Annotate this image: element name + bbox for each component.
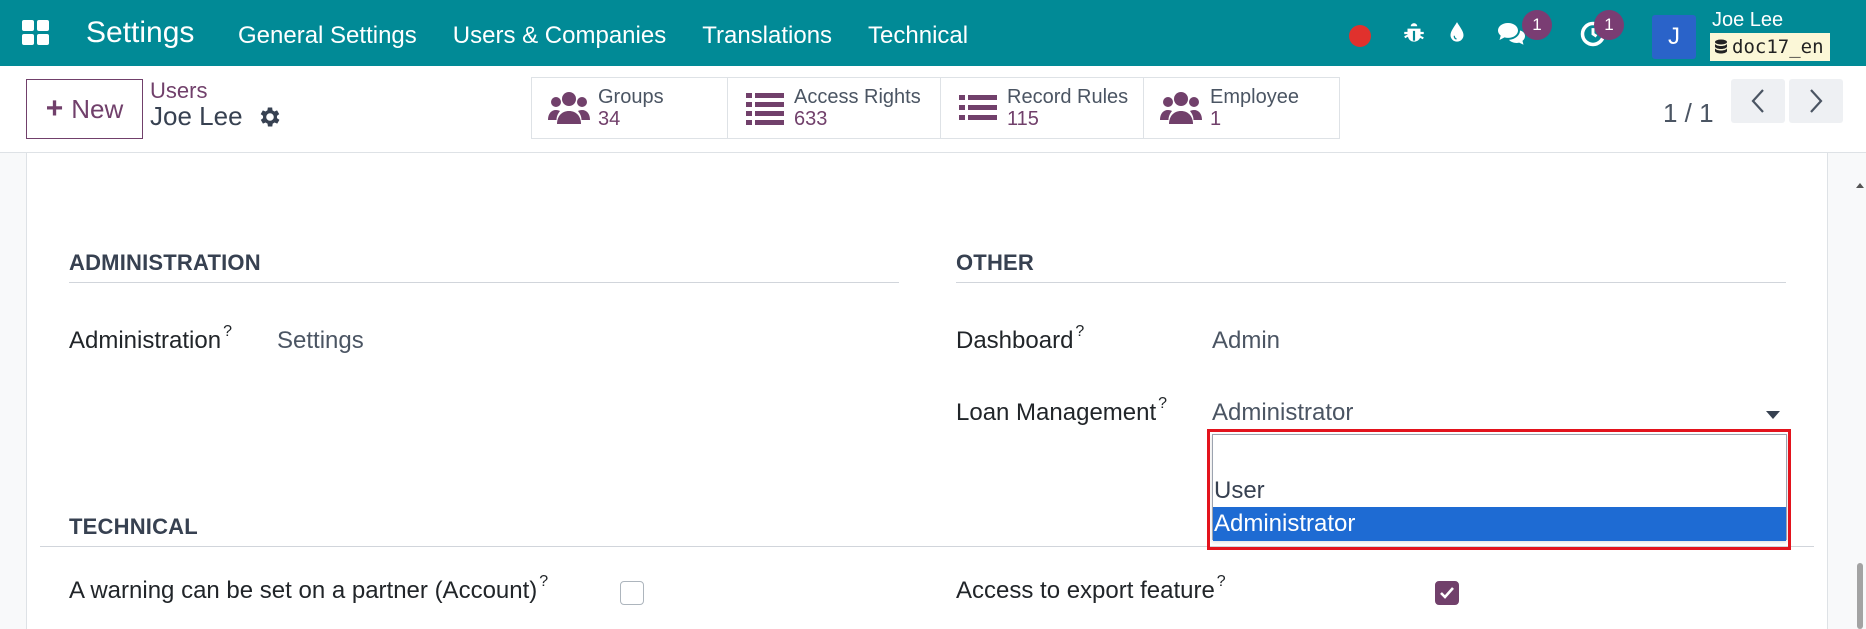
control-panel: + New Users Joe Lee Groups 34 Access Rig… — [0, 66, 1866, 153]
section-divider — [956, 282, 1786, 283]
export-access-checkbox[interactable] — [1435, 581, 1459, 605]
smart-button-value: 115 — [1007, 108, 1039, 130]
database-name: doc17_en — [1732, 36, 1824, 58]
section-divider — [40, 546, 1814, 547]
record-dot-icon[interactable] — [1349, 25, 1371, 47]
user-name[interactable]: Joe Lee — [1712, 9, 1783, 32]
dashboard-field-label: Dashboard? — [956, 323, 1084, 355]
scrollbar-thumb[interactable] — [1857, 563, 1863, 629]
record-title: Joe Lee — [150, 101, 283, 132]
field-label-text: Dashboard — [956, 327, 1074, 354]
menu-technical[interactable]: Technical — [868, 22, 968, 50]
menu-users-companies[interactable]: Users & Companies — [453, 22, 666, 50]
dropdown-option-administrator[interactable]: Administrator — [1213, 507, 1786, 541]
help-tooltip-icon[interactable]: ? — [223, 323, 232, 340]
pager-previous-button[interactable] — [1731, 79, 1785, 123]
app-menu-grid-icon[interactable] — [22, 20, 52, 46]
user-avatar[interactable]: J — [1652, 15, 1696, 59]
dropdown-option-user[interactable]: User — [1213, 474, 1786, 508]
help-tooltip-icon[interactable]: ? — [1158, 395, 1167, 412]
record-name: Joe Lee — [150, 101, 243, 131]
form-area — [0, 153, 1866, 629]
section-divider — [69, 282, 899, 283]
loan-management-dropdown: User Administrator — [1212, 434, 1787, 541]
employee-smart-button[interactable]: Employee 1 — [1144, 78, 1339, 138]
loan-management-select[interactable]: Administrator — [1212, 399, 1790, 431]
database-icon — [1715, 39, 1727, 54]
field-label-text: A warning can be set on a partner (Accou… — [69, 577, 538, 604]
messages-badge: 1 — [1522, 10, 1552, 40]
top-navbar: Settings General Settings Users & Compan… — [0, 0, 1866, 66]
menu-general-settings[interactable]: General Settings — [238, 22, 417, 50]
chevron-left-icon — [1751, 89, 1764, 113]
loan-management-field-label: Loan Management? — [956, 395, 1167, 427]
smart-button-value: 1 — [1210, 108, 1222, 130]
help-tooltip-icon[interactable]: ? — [539, 573, 548, 590]
new-button[interactable]: + New — [26, 79, 143, 139]
menu-translations[interactable]: Translations — [702, 22, 832, 50]
pager-value[interactable]: 1 / 1 — [1663, 98, 1714, 129]
database-badge: doc17_en — [1710, 33, 1830, 61]
smart-button-value: 633 — [794, 108, 828, 130]
gear-icon[interactable] — [257, 104, 283, 130]
field-label-text: Administration — [69, 327, 222, 354]
dropdown-option-empty[interactable] — [1213, 435, 1786, 463]
caret-down-icon — [1766, 411, 1780, 419]
smart-button-label: Employee — [1210, 86, 1299, 108]
section-title-administration: ADMINISTRATION — [69, 250, 261, 275]
section-title-technical: TECHNICAL — [69, 514, 198, 539]
users-icon — [1160, 92, 1202, 124]
users-icon — [548, 92, 590, 124]
partner-warning-field-label: A warning can be set on a partner (Accou… — [69, 573, 548, 605]
list-icon — [746, 93, 784, 125]
section-title-other: OTHER — [956, 250, 1034, 275]
smart-button-value: 34 — [598, 108, 621, 130]
bug-icon[interactable] — [1401, 20, 1427, 46]
scroll-up-arrow-icon[interactable] — [1856, 183, 1864, 188]
water-drop-icon[interactable] — [1444, 20, 1470, 46]
pager-next-button[interactable] — [1789, 79, 1843, 123]
chevron-right-icon — [1810, 89, 1823, 113]
export-access-field-label: Access to export feature? — [956, 573, 1226, 605]
activities-badge: 1 — [1594, 10, 1624, 40]
main-menu: General Settings Users & Companies Trans… — [238, 22, 1004, 50]
field-label-text: Access to export feature — [956, 577, 1215, 604]
help-tooltip-icon[interactable]: ? — [1217, 573, 1226, 590]
groups-smart-button[interactable]: Groups 34 — [532, 78, 728, 138]
smart-button-label: Record Rules — [1007, 86, 1129, 108]
record-rules-smart-button[interactable]: Record Rules 115 — [941, 78, 1144, 138]
select-current-value: Administrator — [1212, 399, 1354, 426]
help-tooltip-icon[interactable]: ? — [1075, 323, 1084, 340]
partner-warning-checkbox[interactable] — [620, 581, 644, 605]
checkmark-icon — [1440, 587, 1454, 599]
form-sheet — [26, 153, 1828, 629]
smart-button-label: Groups — [598, 86, 664, 108]
new-button-label: New — [71, 93, 124, 124]
field-label-text: Loan Management — [956, 399, 1157, 426]
list-icon — [959, 95, 997, 120]
dashboard-field-value[interactable]: Admin — [1212, 327, 1280, 355]
access-rights-smart-button[interactable]: Access Rights 633 — [728, 78, 941, 138]
app-title[interactable]: Settings — [86, 16, 194, 50]
administration-field-label: Administration? — [69, 323, 232, 355]
plus-icon: + — [45, 92, 64, 125]
smart-buttons: Groups 34 Access Rights 633 Record Rules… — [531, 77, 1340, 139]
smart-button-label: Access Rights — [794, 86, 921, 108]
administration-field-value[interactable]: Settings — [277, 327, 364, 355]
